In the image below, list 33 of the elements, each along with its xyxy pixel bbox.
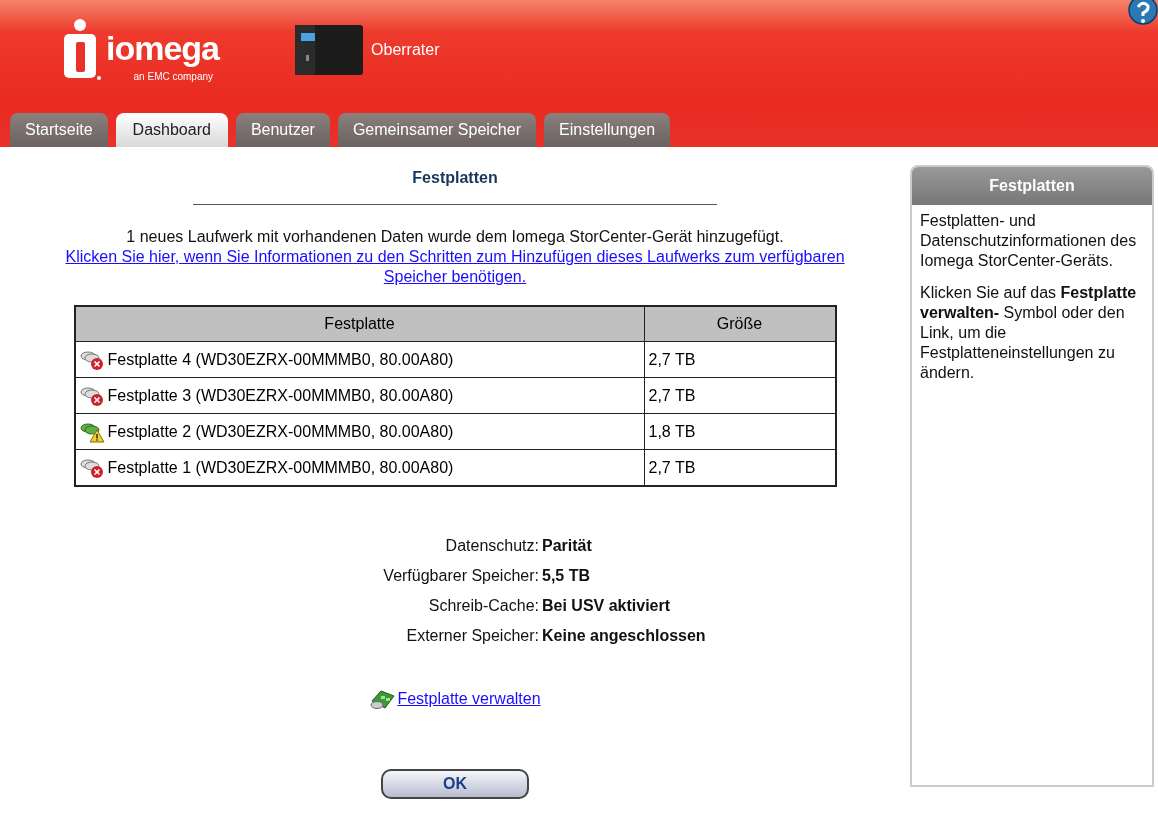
detail-label: Verfügbarer Speicher: (382, 567, 540, 585)
table-cell: Festplatte 2 (WD30EZRX-00MMMB0, 80.00A80) (74, 413, 644, 450)
brand-name: iomega (106, 31, 220, 65)
ok-button[interactable]: OK (381, 769, 529, 799)
column-header: Größe (644, 306, 836, 342)
section-title: Festplatten (412, 169, 498, 187)
detail-label: Externer Speicher: (405, 627, 540, 645)
detail-label: Datenschutz: (444, 537, 540, 555)
nav-tab[interactable]: Gemeinsamer Speicher (337, 113, 536, 147)
detail-value: Bei USV aktiviert (542, 597, 672, 615)
help-paragraph: Festplatten- und Datenschutzinformationen des Iomega StorCenter-Geräts. (920, 211, 1138, 271)
nav-tab[interactable]: Dashboard (115, 113, 228, 147)
nav-tab[interactable]: Einstellungen (544, 113, 671, 147)
column-header: Festplatte (74, 306, 644, 342)
notice-text: 1 neues Laufwerk mit vorhandenen Daten wurde dem Iomega StorCenter-Gerät hinzugefügt. (126, 227, 784, 247)
table-cell: Festplatte 4 (WD30EZRX-00MMMB0, 80.00A80) (74, 341, 644, 378)
detail-label: Schreib-Cache: (427, 597, 540, 615)
disk-manage-icon[interactable] (369, 687, 398, 711)
brand-tagline: an EMC company (133, 71, 214, 82)
help-link[interactable]: Klicken Sie hier, wenn Sie Informationen zu den Schritten zum Hinzufügen dieses Laufwerks zum verfügbaren Speicher benötigen. (55, 247, 855, 287)
logo-mark-icon (62, 18, 102, 82)
nav-tab[interactable]: Startseite (10, 113, 108, 147)
detail-value: Keine angeschlossen (542, 627, 707, 645)
nav-tab[interactable]: Benutzer (235, 113, 330, 147)
detail-value: Parität (542, 537, 593, 555)
nas-device-icon (293, 23, 366, 77)
detail-value: 5,5 TB (542, 567, 591, 585)
table-cell: Festplatte 3 (WD30EZRX-00MMMB0, 80.00A80) (74, 377, 644, 414)
help-icon[interactable] (1128, 0, 1158, 26)
help-paragraph: Klicken Sie auf das Festplatte verwalten- Symbol oder den Link, um die Festplatteneinstellungen zu ändern. (920, 283, 1138, 383)
device-name: Oberrater (371, 41, 440, 59)
manage-disk-link[interactable]: Festplatte verwalten (397, 690, 541, 708)
help-panel-title: Festplatten (912, 167, 1152, 205)
